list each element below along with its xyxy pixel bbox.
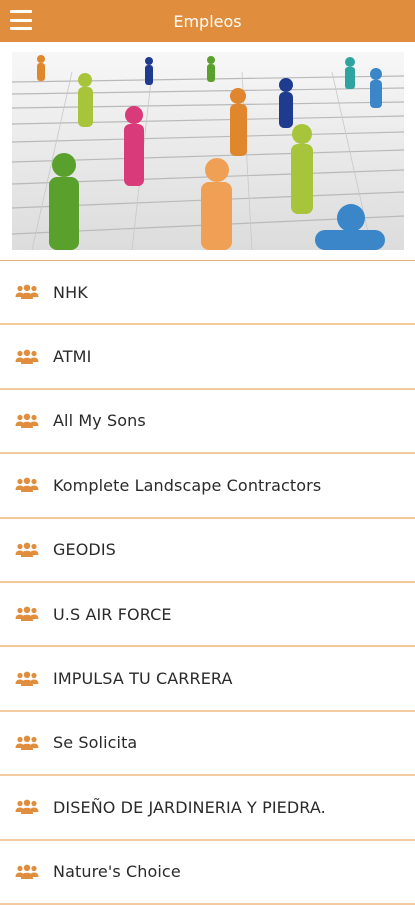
list-item[interactable]: NHK: [0, 261, 415, 326]
list-item-label: GEODIS: [53, 540, 116, 560]
people-group-icon: [15, 477, 39, 493]
list-item[interactable]: Nature's Choice: [0, 840, 415, 905]
list-item[interactable]: GEODIS: [0, 518, 415, 583]
list-item[interactable]: IMPULSA TU CARRERA: [0, 647, 415, 712]
list-item-label: Se Solicita: [53, 733, 138, 753]
people-group-icon: [15, 542, 39, 558]
list-item-label: U.S AIR FORCE: [53, 604, 172, 624]
people-group-icon: [15, 671, 39, 687]
list-item-label: IMPULSA TU CARRERA: [53, 669, 233, 689]
hamburger-menu-icon[interactable]: [10, 10, 32, 30]
list-item-label: NHK: [53, 282, 88, 302]
people-group-icon: [15, 349, 39, 365]
list-item-label: Nature's Choice: [53, 862, 181, 882]
list-item-label: ATMI: [53, 347, 92, 367]
people-group-icon: [15, 606, 39, 622]
people-group-icon: [15, 284, 39, 300]
page-title: Empleos: [173, 11, 242, 31]
banner-image: [12, 52, 404, 250]
list-item-label: DISEÑO DE JARDINERIA Y PIEDRA.: [53, 797, 326, 817]
list-item[interactable]: Se Solicita: [0, 711, 415, 777]
list-item-label: All My Sons: [53, 411, 146, 431]
company-list: NHK ATMI All My Sons Komplete Landscape Con…: [0, 260, 415, 905]
list-item-label: Komplete Landscape Contractors: [53, 475, 322, 495]
list-item[interactable]: DISEÑO DE JARDINERIA Y PIEDRA.: [0, 776, 415, 841]
people-group-icon: [15, 735, 39, 751]
people-group-icon: [15, 799, 39, 815]
list-item[interactable]: ATMI: [0, 325, 415, 390]
people-group-icon: [15, 413, 39, 429]
app-bar: Empleos: [0, 0, 415, 42]
list-item[interactable]: All My Sons: [0, 389, 415, 455]
list-item[interactable]: Komplete Landscape Contractors: [0, 454, 415, 519]
list-item[interactable]: U.S AIR FORCE: [0, 582, 415, 648]
people-group-icon: [15, 864, 39, 880]
